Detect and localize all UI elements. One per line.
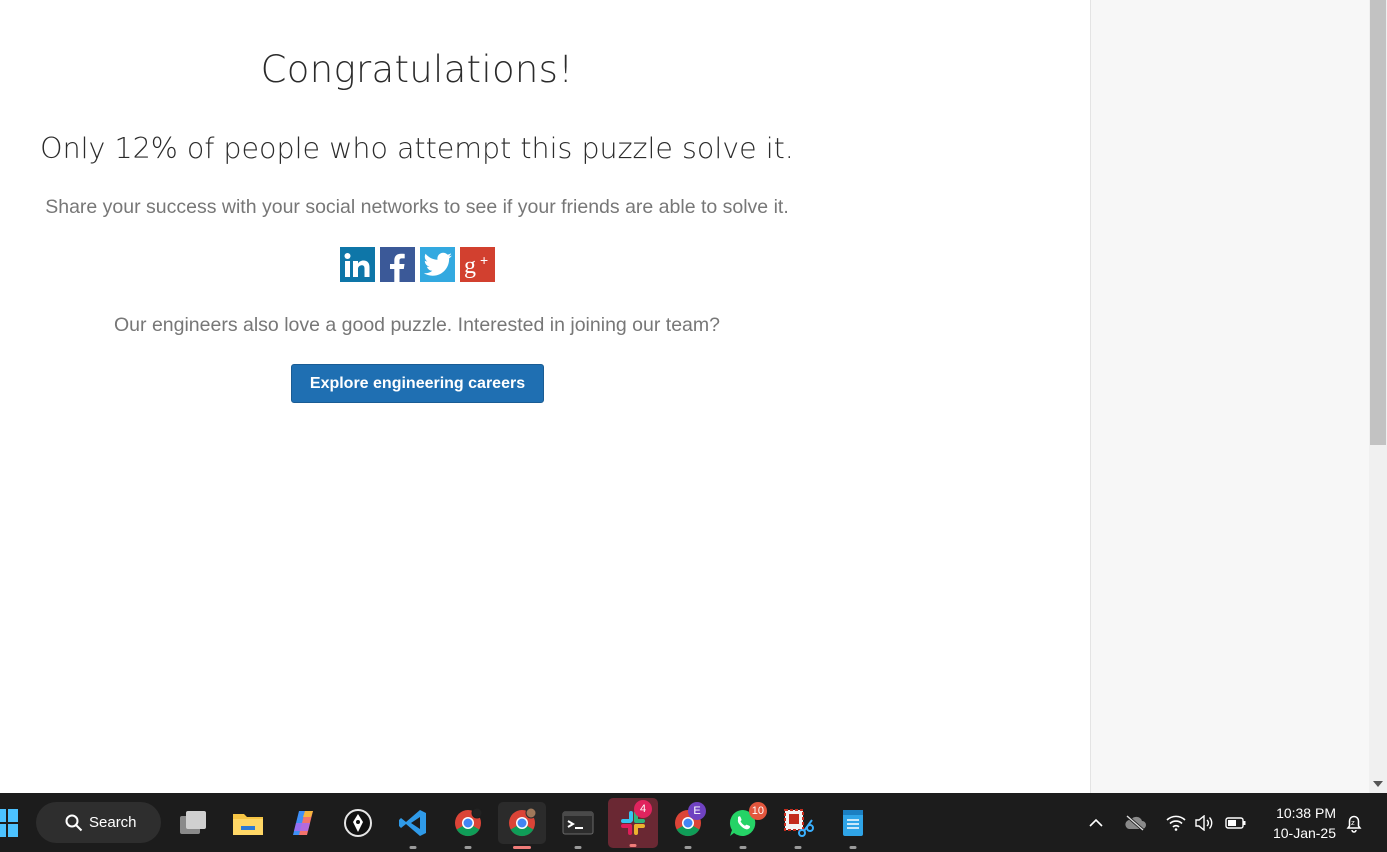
- snipping-tool-icon: [784, 809, 814, 837]
- copilot-icon: [293, 811, 313, 835]
- explore-careers-button[interactable]: Explore engineering careers: [291, 364, 544, 403]
- page-content: Congratulations! Only 12% of people who …: [0, 0, 1090, 793]
- scroll-down-arrow-icon[interactable]: [1369, 778, 1387, 790]
- taskbar-terminal[interactable]: [554, 802, 602, 849]
- terminal-icon: [562, 811, 594, 835]
- scrollbar-thumb[interactable]: [1370, 0, 1386, 445]
- windows-logo-icon: [0, 809, 18, 837]
- taskbar-snipping-tool[interactable]: [774, 802, 822, 849]
- taskbar-whatsapp[interactable]: 10: [719, 802, 767, 849]
- taskbar-chrome-1[interactable]: [444, 802, 492, 849]
- taskbar-vscode[interactable]: [389, 802, 437, 849]
- taskbar-notepad[interactable]: [829, 802, 877, 849]
- notifications-icon[interactable]: z: [1343, 812, 1365, 834]
- svg-text:g: g: [464, 253, 476, 279]
- system-clock[interactable]: 10:38 PM 10-Jan-25: [1262, 803, 1336, 843]
- taskbar-slack[interactable]: 4: [608, 798, 658, 848]
- svg-text:+: +: [480, 252, 488, 268]
- recruiting-text: Our engineers also love a good puzzle. I…: [114, 314, 720, 336]
- facebook-share-button[interactable]: [380, 247, 415, 282]
- whatsapp-badge: 10: [748, 802, 767, 820]
- chrome-profile-badge: E: [688, 802, 706, 820]
- file-explorer-icon: [233, 814, 263, 835]
- windows-taskbar: Search 4 E 10 10:38 PM 10-Jan-25 z: [0, 793, 1387, 852]
- start-button[interactable]: [0, 807, 20, 839]
- linkedin-share-button[interactable]: [340, 247, 375, 282]
- pen-app-icon: [344, 809, 372, 837]
- search-label: Search: [89, 814, 137, 831]
- taskbar-search[interactable]: Search: [36, 802, 161, 843]
- page-title: Congratulations!: [260, 48, 574, 91]
- chrome-profile-1-icon: [455, 808, 483, 837]
- twitter-share-button[interactable]: [420, 247, 455, 282]
- task-view-icon: [180, 811, 206, 834]
- google-plus-icon: g +: [464, 252, 488, 279]
- google-plus-share-button[interactable]: g +: [460, 247, 495, 282]
- share-prompt-text: Share your success with your social netw…: [45, 196, 789, 218]
- right-side-panel: [1090, 0, 1369, 793]
- show-hidden-icons-chevron-icon[interactable]: [1085, 812, 1107, 834]
- social-share-row: g +: [340, 247, 495, 282]
- taskbar-file-explorer[interactable]: [224, 802, 272, 844]
- svg-text:z: z: [1351, 819, 1355, 827]
- battery-icon[interactable]: [1225, 812, 1247, 834]
- taskbar-pen-app[interactable]: [334, 802, 382, 844]
- success-rate-text: Only 12% of people who attempt this puzz…: [40, 132, 794, 165]
- vertical-scrollbar[interactable]: [1369, 0, 1387, 793]
- onedrive-offline-icon[interactable]: [1124, 812, 1146, 834]
- linkedin-icon: [344, 252, 369, 277]
- vscode-icon: [399, 810, 426, 836]
- clock-date: 10-Jan-25: [1272, 825, 1336, 841]
- taskbar-copilot[interactable]: [279, 802, 327, 844]
- facebook-icon: [390, 253, 405, 282]
- twitter-icon: [423, 252, 452, 276]
- taskbar-chrome-3[interactable]: E: [664, 802, 712, 849]
- chrome-profile-2-icon: [509, 808, 537, 837]
- taskbar-task-view[interactable]: [169, 802, 217, 844]
- search-icon: [65, 814, 83, 832]
- volume-icon[interactable]: [1193, 812, 1215, 834]
- taskbar-chrome-2[interactable]: [498, 802, 546, 849]
- notepad-icon: [843, 810, 863, 836]
- wifi-icon[interactable]: [1165, 812, 1187, 834]
- slack-badge: 4: [634, 800, 652, 818]
- clock-time: 10:38 PM: [1276, 805, 1336, 821]
